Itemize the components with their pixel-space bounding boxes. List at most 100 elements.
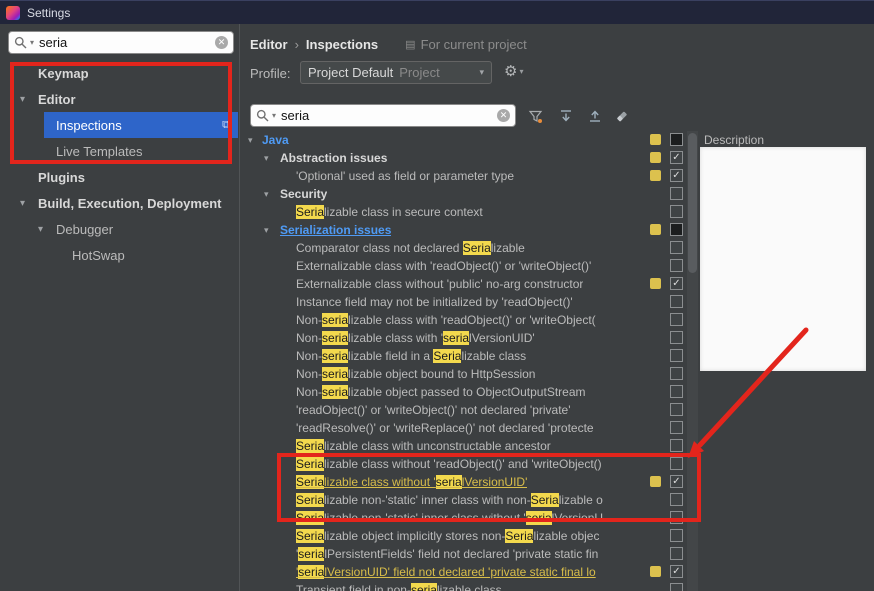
inspections-search-box[interactable]: ▾ ✕ — [250, 104, 516, 127]
inspection-row[interactable]: Serializable class without 'serialVersio… — [240, 473, 700, 491]
inspection-row-label: Serializable non-'static' inner class wi… — [296, 491, 603, 509]
label-text: lizable class without ' — [324, 475, 436, 489]
inspection-row-label: Externalizable class without 'public' no… — [296, 275, 583, 293]
inspection-checkbox[interactable] — [670, 367, 683, 380]
sidebar-item-plugins[interactable]: Plugins — [0, 164, 238, 190]
inspection-row[interactable]: ▾ Serialization issues — [240, 221, 700, 239]
label-text: Security — [280, 187, 328, 201]
sidebar-item-live-templates[interactable]: Live Templates — [0, 138, 238, 164]
chevron-down-icon: ▾ — [264, 153, 269, 163]
inspection-row[interactable]: Serializable class with unconstructable … — [240, 437, 700, 455]
inspection-checkbox[interactable] — [670, 421, 683, 434]
vertical-scrollbar[interactable] — [687, 131, 698, 591]
inspection-row[interactable]: Transient field in non-serializable clas… — [240, 581, 700, 591]
sidebar-item-keymap[interactable]: Keymap — [0, 60, 238, 86]
window-title: Settings — [27, 5, 71, 20]
inspection-checkbox[interactable] — [670, 151, 683, 164]
collapse-all-icon[interactable] — [585, 106, 605, 126]
inspection-row[interactable]: Serializable class without 'readObject()… — [240, 455, 700, 473]
inspection-checkbox[interactable] — [670, 583, 683, 591]
profile-dropdown[interactable]: Project Default Project ▾ — [300, 61, 492, 84]
inspection-row[interactable]: 'readObject()' or 'writeObject()' not de… — [240, 401, 700, 419]
clear-search-icon[interactable]: ✕ — [215, 36, 228, 49]
inspection-checkbox[interactable] — [670, 511, 683, 524]
sidebar-item-editor[interactable]: ▾ Editor — [0, 86, 238, 112]
inspections-tree: ▾ Java ▾ Abstraction issues 'Optional' used … — [240, 131, 700, 591]
breadcrumb-item-editor[interactable]: Editor — [250, 37, 288, 52]
inspection-row[interactable]: Externalizable class without 'public' no… — [240, 275, 700, 293]
gear-icon: ⚙ — [504, 63, 518, 80]
inspection-checkbox[interactable] — [670, 241, 683, 254]
inspection-checkbox[interactable] — [670, 295, 683, 308]
severity-badge — [650, 134, 661, 145]
inspection-checkbox[interactable] — [670, 313, 683, 326]
inspection-row[interactable]: Non-serializable field in a Serializable… — [240, 347, 700, 365]
label-text: lizable class — [461, 349, 527, 363]
inspection-row[interactable]: Non-serializable object bound to HttpSes… — [240, 365, 700, 383]
inspection-row[interactable]: ▾ Security — [240, 185, 700, 203]
inspection-checkbox[interactable] — [670, 529, 683, 542]
inspection-row[interactable]: Externalizable class with 'readObject()'… — [240, 257, 700, 275]
sidebar-item-inspections[interactable]: Inspections ⧉ — [0, 112, 238, 138]
inspection-checkbox[interactable] — [670, 547, 683, 560]
inspection-row[interactable]: Non-serializable object passed to Object… — [240, 383, 700, 401]
inspection-checkbox[interactable] — [670, 475, 683, 488]
inspection-checkbox[interactable] — [670, 277, 683, 290]
inspection-checkbox[interactable] — [670, 169, 683, 182]
clear-search-icon[interactable]: ✕ — [497, 109, 510, 122]
inspection-checkbox[interactable] — [670, 259, 683, 272]
breadcrumb-item-inspections[interactable]: Inspections — [306, 37, 378, 52]
severity-badge — [650, 224, 661, 235]
inspections-search-input[interactable] — [279, 107, 494, 124]
sidebar-search-box[interactable]: ▾ ✕ — [8, 31, 234, 54]
inspection-checkbox[interactable] — [670, 565, 683, 578]
label-text: Non- — [296, 385, 323, 399]
profile-actions-button[interactable]: ⚙ ▾ — [504, 62, 523, 80]
inspection-row[interactable]: ▾ Abstraction issues — [240, 149, 700, 167]
label-text: Non- — [296, 349, 323, 363]
inspection-checkbox[interactable] — [670, 349, 683, 362]
inspection-row[interactable]: Serializable non-'static' inner class wi… — [240, 491, 700, 509]
inspection-row[interactable]: Instance field may not be initialized by… — [240, 293, 700, 311]
inspection-checkbox[interactable] — [670, 457, 683, 470]
sidebar-search-input[interactable] — [37, 34, 212, 51]
inspection-checkbox[interactable] — [670, 493, 683, 506]
inspection-checkbox[interactable] — [670, 439, 683, 452]
inspection-row[interactable]: Non-serializable class with 'readObject(… — [240, 311, 700, 329]
inspection-checkbox[interactable] — [670, 133, 683, 146]
inspection-checkbox[interactable] — [670, 187, 683, 200]
inspection-checkbox[interactable] — [670, 331, 683, 344]
search-options-caret-icon[interactable]: ▾ — [30, 38, 34, 47]
inspection-row[interactable]: ▾ Java — [240, 131, 700, 149]
inspection-row-label: 'Optional' used as field or parameter ty… — [296, 167, 514, 185]
inspection-row[interactable]: 'Optional' used as field or parameter ty… — [240, 167, 700, 185]
inspection-row[interactable]: Serializable non-'static' inner class wi… — [240, 509, 700, 527]
label-text: lVersionUID' — [469, 331, 535, 345]
inspection-checkbox[interactable] — [670, 385, 683, 398]
filter-funnel-icon[interactable] — [525, 106, 545, 126]
inspection-row[interactable]: Serializable class in secure context — [240, 203, 700, 221]
breadcrumb: Editor › Inspections ▤ For current proje… — [250, 34, 527, 54]
settings-dialog: Settings ▾ ✕ Keymap ▾ Editor Inspections ⧉ Li… — [0, 0, 874, 591]
inspection-row[interactable]: 'readResolve()' or 'writeReplace()' not … — [240, 419, 700, 437]
sidebar-item-debugger[interactable]: ▾ Debugger — [0, 216, 238, 242]
inspection-row[interactable]: Non-serializable class with 'serialVersi… — [240, 329, 700, 347]
inspection-row[interactable]: Serializable object implicitly stores no… — [240, 527, 700, 545]
inspection-row[interactable]: Comparator class not declared Serializab… — [240, 239, 700, 257]
inspection-checkbox[interactable] — [670, 205, 683, 218]
title-bar[interactable]: Settings — [0, 0, 874, 24]
reset-filter-eraser-icon[interactable] — [612, 106, 632, 126]
sidebar-item-label: Build, Execution, Deployment — [38, 195, 222, 211]
external-link-icon: ⧉ — [222, 118, 230, 131]
inspection-row[interactable]: 'serialPersistentFields' field not decla… — [240, 545, 700, 563]
inspection-checkbox[interactable] — [670, 403, 683, 416]
scrollbar-thumb[interactable] — [688, 133, 697, 273]
expand-all-icon[interactable] — [556, 106, 576, 126]
sidebar-item-hotswap[interactable]: HotSwap — [0, 242, 238, 268]
inspection-row[interactable]: 'serialVersionUID' field not declared 'p… — [240, 563, 700, 581]
inspection-checkbox[interactable] — [670, 223, 683, 236]
search-match-highlight: Seria — [296, 529, 325, 543]
label-text: lizable object bound to HttpSession — [348, 367, 536, 381]
sidebar-item-build-execution-deployment[interactable]: ▾ Build, Execution, Deployment — [0, 190, 238, 216]
search-options-caret-icon[interactable]: ▾ — [272, 111, 276, 120]
